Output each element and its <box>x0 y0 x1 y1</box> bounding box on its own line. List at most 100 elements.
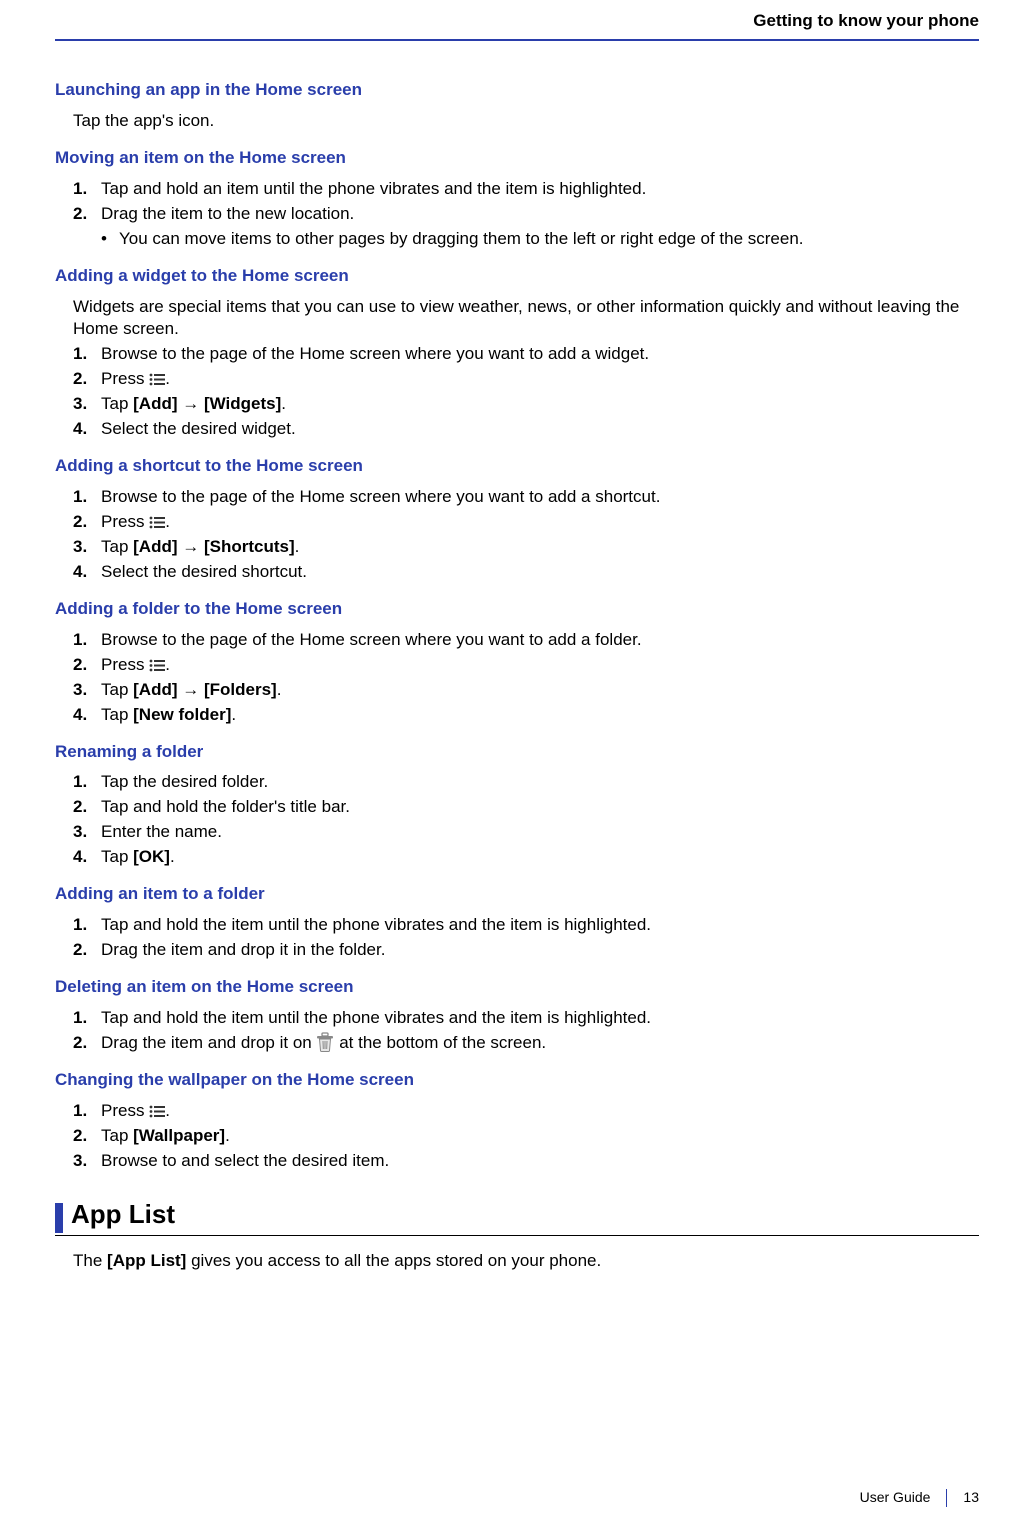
list-item: 3.Tap [Add] → [Widgets]. <box>73 393 979 416</box>
list-item: 3.Enter the name. <box>73 821 979 844</box>
major-body: The [App List] gives you access to all t… <box>73 1250 979 1273</box>
list-item: 2.Press . <box>73 368 979 391</box>
step-number: 1. <box>73 1007 101 1030</box>
list-item: 4.Select the desired widget. <box>73 418 979 441</box>
list-item: 1.Tap and hold an item until the phone v… <box>73 178 979 201</box>
menu-icon <box>149 373 165 386</box>
step-body: Browse to and select the desired item. <box>101 1150 979 1173</box>
footer-label: User Guide <box>860 1488 931 1507</box>
step-body: Tap the desired folder. <box>101 771 979 794</box>
step-body: Tap and hold the folder's title bar. <box>101 796 979 819</box>
section-title: Renaming a folder <box>55 741 979 764</box>
bullet-dot: • <box>101 228 119 251</box>
menu-icon <box>149 516 165 529</box>
list-item: 1.Tap the desired folder. <box>73 771 979 794</box>
menu-icon <box>149 659 165 672</box>
step-body: Tap and hold the item until the phone vi… <box>101 1007 979 1030</box>
step-number: 2. <box>73 939 101 962</box>
section-title: Adding an item to a folder <box>55 883 979 906</box>
major-heading-rule <box>55 1235 979 1236</box>
list-item: 2.Press . <box>73 654 979 677</box>
step-number: 2. <box>73 654 101 677</box>
list-item: 2.Drag the item and drop it in the folde… <box>73 939 979 962</box>
step-body: Tap [Add] → [Widgets]. <box>101 393 979 416</box>
footer-separator <box>946 1489 947 1507</box>
major-heading: App List <box>71 1197 175 1233</box>
section-title: Deleting an item on the Home screen <box>55 976 979 999</box>
step-number: 3. <box>73 1150 101 1173</box>
list-item: 1.Tap and hold the item until the phone … <box>73 1007 979 1030</box>
step-body: Tap [New folder]. <box>101 704 979 727</box>
step-number: 2. <box>73 796 101 819</box>
step-number: 1. <box>73 914 101 937</box>
step-number: 2. <box>73 1032 101 1055</box>
step-list: 1.Browse to the page of the Home screen … <box>73 486 979 584</box>
list-item: 1.Browse to the page of the Home screen … <box>73 629 979 652</box>
list-item: 2.Tap and hold the folder's title bar. <box>73 796 979 819</box>
step-body: Select the desired shortcut. <box>101 561 979 584</box>
list-item: 3.Browse to and select the desired item. <box>73 1150 979 1173</box>
major-heading-bar <box>55 1203 63 1233</box>
section-title: Moving an item on the Home screen <box>55 147 979 170</box>
step-body: Drag the item to the new location.•You c… <box>101 203 979 251</box>
step-body: Tap and hold the item until the phone vi… <box>101 914 979 937</box>
trash-icon <box>316 1032 334 1052</box>
step-number: 3. <box>73 536 101 559</box>
step-body: Tap [Wallpaper]. <box>101 1125 979 1148</box>
step-body: Select the desired widget. <box>101 418 979 441</box>
step-number: 2. <box>73 511 101 534</box>
page-header: Getting to know your phone <box>55 0 979 39</box>
list-item: 4.Tap [OK]. <box>73 846 979 869</box>
step-body: Drag the item and drop it in the folder. <box>101 939 979 962</box>
step-body: Press . <box>101 511 979 534</box>
step-number: 4. <box>73 418 101 441</box>
list-item: 3.Tap [Add] → [Shortcuts]. <box>73 536 979 559</box>
step-body: Tap and hold an item until the phone vib… <box>101 178 979 201</box>
list-item: 1.Browse to the page of the Home screen … <box>73 343 979 366</box>
list-item: 2.Drag the item and drop it on at the bo… <box>73 1032 979 1055</box>
step-list: 1.Tap and hold the item until the phone … <box>73 914 979 962</box>
step-number: 1. <box>73 629 101 652</box>
list-item: 2.Drag the item to the new location.•You… <box>73 203 979 251</box>
footer-page-number: 13 <box>963 1488 979 1507</box>
step-number: 4. <box>73 704 101 727</box>
step-number: 3. <box>73 821 101 844</box>
list-item: 3.Tap [Add] → [Folders]. <box>73 679 979 702</box>
list-item: 4.Tap [New folder]. <box>73 704 979 727</box>
sub-item-text: You can move items to other pages by dra… <box>119 228 804 251</box>
step-number: 1. <box>73 486 101 509</box>
step-body: Tap [OK]. <box>101 846 979 869</box>
step-body: Tap [Add] → [Folders]. <box>101 679 979 702</box>
menu-icon <box>149 1105 165 1118</box>
step-list: 1.Press .2.Tap [Wallpaper].3.Browse to a… <box>73 1100 979 1173</box>
section-title: Changing the wallpaper on the Home scree… <box>55 1069 979 1092</box>
step-number: 2. <box>73 368 101 391</box>
section-intro: Widgets are special items that you can u… <box>73 296 979 342</box>
list-item: 1.Browse to the page of the Home screen … <box>73 486 979 509</box>
step-number: 2. <box>73 1125 101 1148</box>
list-item: 2.Tap [Wallpaper]. <box>73 1125 979 1148</box>
step-number: 4. <box>73 846 101 869</box>
section-title: Launching an app in the Home screen <box>55 79 979 102</box>
step-body: Press . <box>101 654 979 677</box>
step-number: 3. <box>73 393 101 416</box>
section-body: Tap the app's icon. <box>73 110 979 133</box>
step-body: Press . <box>101 1100 979 1123</box>
step-body: Browse to the page of the Home screen wh… <box>101 343 979 366</box>
step-list: 1.Browse to the page of the Home screen … <box>73 343 979 441</box>
list-item: 2.Press . <box>73 511 979 534</box>
step-list: 1.Tap and hold the item until the phone … <box>73 1007 979 1055</box>
page-footer: User Guide 13 <box>860 1488 979 1507</box>
list-item: 1.Press . <box>73 1100 979 1123</box>
major-heading-wrap: App List <box>55 1197 979 1233</box>
section-title: Adding a widget to the Home screen <box>55 265 979 288</box>
step-body: Browse to the page of the Home screen wh… <box>101 486 979 509</box>
list-item: 1.Tap and hold the item until the phone … <box>73 914 979 937</box>
step-number: 2. <box>73 203 101 226</box>
step-body: Press . <box>101 368 979 391</box>
step-body: Enter the name. <box>101 821 979 844</box>
section-title: Adding a shortcut to the Home screen <box>55 455 979 478</box>
section-title: Adding a folder to the Home screen <box>55 598 979 621</box>
step-number: 3. <box>73 679 101 702</box>
step-body: Tap [Add] → [Shortcuts]. <box>101 536 979 559</box>
